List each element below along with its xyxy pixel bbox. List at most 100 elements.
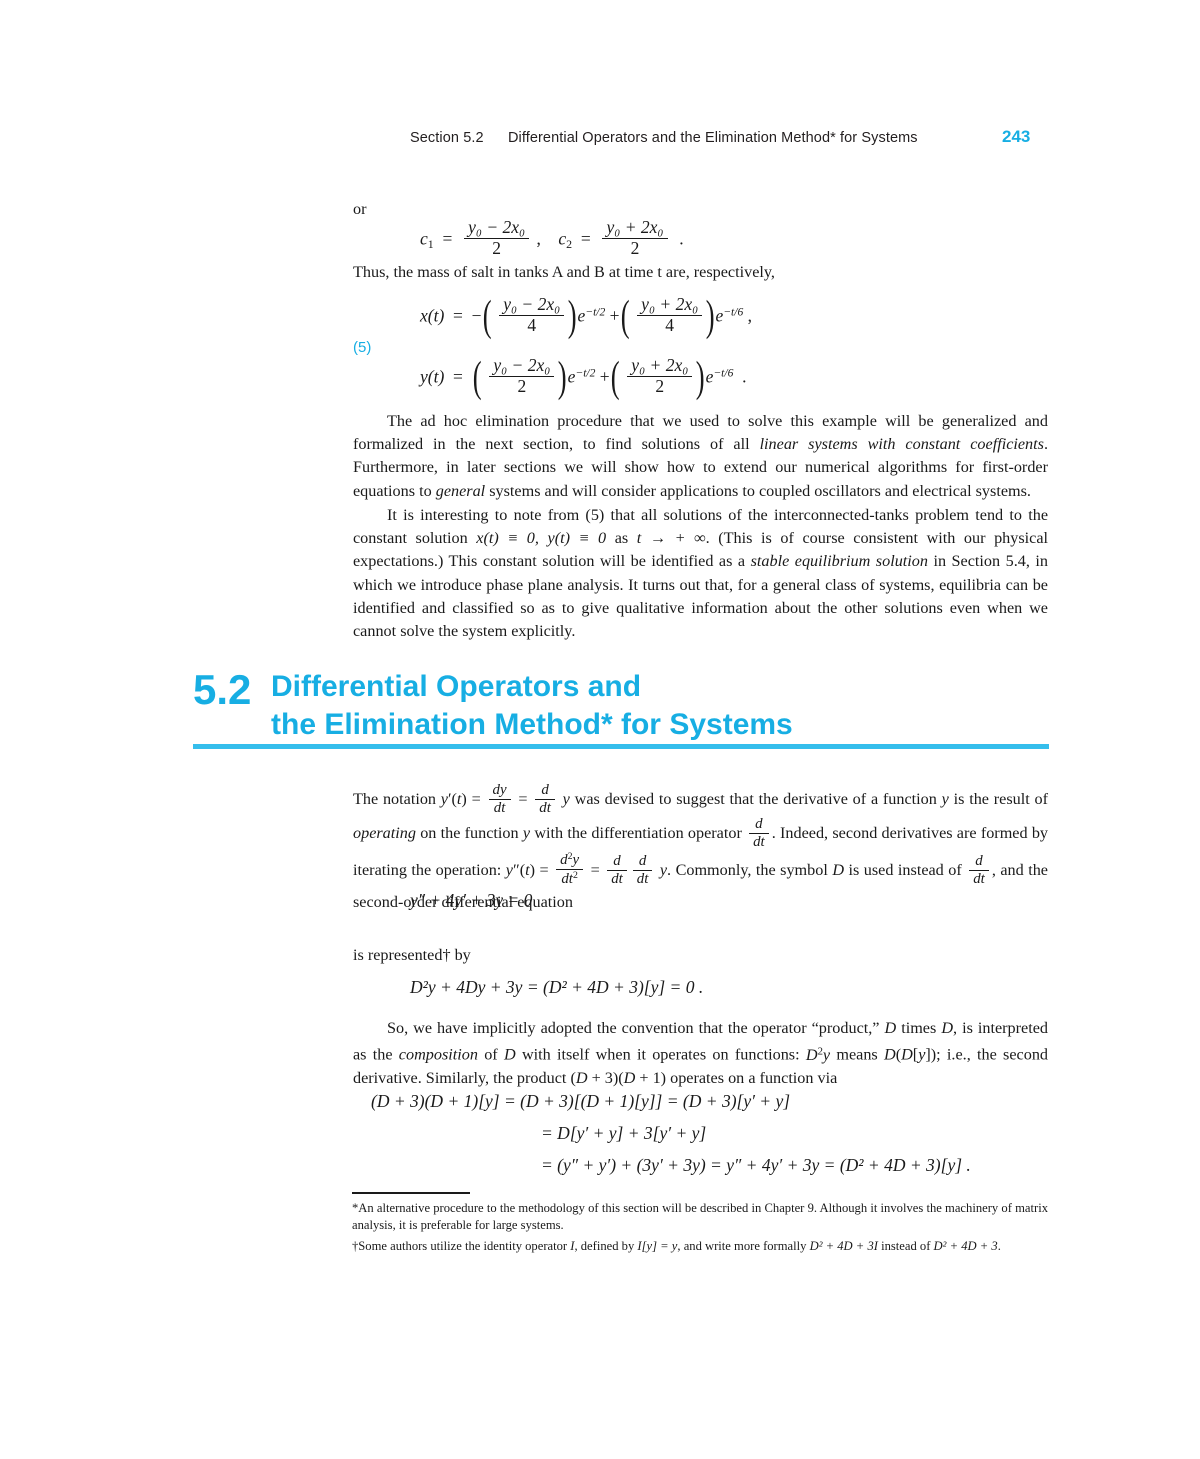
paragraph-composition-convention: So, we have implicitly adopted the conve… [353, 1019, 1049, 1087]
p3-seg4: on the function [415, 824, 523, 843]
p3-emphasis-operating: operating [353, 824, 416, 843]
paragraph-interesting-note: It is interesting to note from (5) that … [353, 504, 1048, 643]
equation-composition-line-1: (D + 3)(D + 1)[y] = (D + 3)[(D + 1)[y]] … [371, 1091, 790, 1112]
equation-composition-line-2: = D[y′ + y] + 3[y′ + y] [541, 1123, 706, 1144]
c1-numerator: y₀ − 2x₀ [464, 217, 530, 239]
fn2-math-operator: D² + 4D + 3 [933, 1238, 998, 1253]
footnote-separator-rule [352, 1192, 470, 1194]
fn2-seg5: . [997, 1238, 1001, 1253]
equation-number-5: (5) [353, 339, 372, 356]
c2-symbol: c [558, 228, 567, 249]
p3-seg1: The notation [353, 789, 441, 808]
y-term2-numerator: y₀ + 2x₀ [627, 355, 693, 377]
p3-seg5: with the differentiation operator [530, 824, 747, 843]
section-number: 5.2 [193, 666, 252, 713]
d2y-dt2-fraction: d2y dt2 [556, 851, 584, 888]
equation-x-of-t: x(t) = −( y₀ − 2x₀ 4 )e−t/2 +( y₀ + 2x₀ … [420, 293, 752, 341]
textbook-page: Section 5.2 Differential Operators and t… [0, 0, 1200, 1459]
p3-seg2: was devised to suggest that the derivati… [569, 789, 942, 808]
c1-fraction: y₀ − 2x₀ 2 [464, 217, 530, 258]
p4-seg5: with itself when it operates on function… [515, 1045, 806, 1064]
equation-operator-form: D²y + 4Dy + 3y = (D² + 4D + 3)[y] = 0 . [410, 977, 703, 998]
c1-symbol: c [420, 228, 428, 249]
x-term1-exponent: −t/2 [585, 306, 606, 319]
equation-constants: c1 = y₀ − 2x₀ 2 , c2 = y₀ + 2x₀ 2 . [420, 217, 684, 258]
p1-emphasis-general: general [435, 481, 486, 500]
c2-denominator: 2 [630, 237, 640, 258]
y-term1-exponent: −t/2 [575, 367, 596, 380]
section-title-line-1: Differential Operators and [271, 670, 642, 703]
p1-seg3: systems and will consider applications t… [485, 481, 1031, 500]
dy-dt-fraction: dy dt [488, 782, 511, 816]
footnotes: *An alternative procedure to the methodo… [352, 1200, 1048, 1258]
y-of-t-lhs: y(t) [420, 366, 445, 387]
c2-numerator: y₀ + 2x₀ [602, 217, 668, 239]
fn2-seg3: , and write more formally [677, 1238, 810, 1253]
fn2-math-identity: I[y] = y [637, 1238, 678, 1253]
y-term1-fraction: y₀ − 2x₀ 2 [489, 355, 555, 396]
running-head-section: Section 5.2 [410, 130, 484, 146]
footnote-dagger: †Some authors utilize the identity opera… [352, 1238, 1048, 1255]
footnote-star: *An alternative procedure to the methodo… [352, 1201, 1048, 1233]
y-term1-numerator: y₀ − 2x₀ [489, 355, 555, 377]
y-term2-exponent: −t/6 [713, 367, 734, 380]
section-title: Differential Operators and the Eliminati… [271, 668, 1053, 744]
thus-line: Thus, the mass of salt in tanks A and B … [353, 261, 1048, 284]
x-term2-numerator: y₀ + 2x₀ [637, 294, 703, 316]
p4-seg2: times [896, 1019, 942, 1037]
p2-math-limit: t → + ∞ [636, 529, 706, 548]
paragraph-ad-hoc: The ad hoc elimination procedure that we… [353, 410, 1048, 503]
c2-subscript: 2 [566, 236, 573, 251]
p2-emphasis-stable-equilibrium: stable equilibrium solution [750, 552, 928, 571]
fn2-seg1: †Some authors utilize the identity opera… [352, 1238, 571, 1253]
p4-seg1: So, we have implicitly adopted the conve… [387, 1019, 885, 1037]
equation-second-order-ode: y″ + 4y′ + 3y = 0 [410, 890, 532, 911]
equation-y-of-t: y(t) = ( y₀ − 2x₀ 2 )e−t/2 +( y₀ + 2x₀ 2… [420, 354, 747, 402]
equation-composition-line-3: = (y″ + y′) + (3y′ + 3y) = y″ + 4y′ + 3y… [541, 1155, 971, 1176]
x-of-t-lhs: x(t) [420, 305, 445, 326]
d-dt-fraction-3: d dt [607, 853, 627, 887]
ode-text: y″ + 4y′ + 3y = 0 [410, 890, 533, 910]
p2-seg2: as [606, 529, 637, 548]
section-title-line-2: the Elimination Method* for Systems [271, 708, 793, 741]
fn2-math-operator-I: D² + 4D + 3I [809, 1238, 878, 1253]
composition-line-2-text: = D[y′ + y] + 3[y′ + y] [541, 1123, 707, 1143]
p4-seg8: operates on a function via [666, 1068, 838, 1087]
p3-seg7: . Commonly, the symbol [667, 860, 833, 879]
page-number: 243 [1002, 127, 1031, 146]
composition-line-1-text: (D + 3)(D + 1)[y] = (D + 3)[(D + 1)[y]] … [371, 1091, 791, 1111]
c1-subscript: 1 [427, 236, 434, 251]
section-heading: 5.2 Differential Operators and the Elimi… [193, 668, 1053, 744]
operator-form-text: D²y + 4Dy + 3y = (D² + 4D + 3)[y] = 0 . [410, 977, 704, 997]
p2-math-constant-solution: x(t) ≡ 0, y(t) ≡ 0 [476, 529, 607, 548]
fn2-seg2: , defined by [574, 1238, 638, 1253]
d-dt-fraction-2: d dt [749, 816, 769, 850]
running-head-title: Differential Operators and the Eliminati… [507, 130, 918, 146]
y-term2-denominator: 2 [655, 375, 665, 396]
c2-fraction: y₀ + 2x₀ 2 [602, 217, 668, 258]
p4-seg4: of [477, 1045, 504, 1064]
composition-line-3-text: = (y″ + y′) + (3y′ + 3y) = y″ + 4y′ + 3y… [541, 1155, 971, 1175]
c1-denominator: 2 [492, 237, 501, 258]
y-term2-fraction: y₀ + 2x₀ 2 [627, 355, 693, 396]
d-dt-fraction-1: d dt [535, 782, 555, 816]
p1-emphasis-linear-systems: linear systems with constant coefficient… [759, 435, 1044, 454]
x-term1-numerator: y₀ − 2x₀ [499, 294, 565, 316]
is-represented-line: is represented† by [353, 946, 471, 964]
y-term1-denominator: 2 [517, 375, 527, 396]
d-dt-fraction-4: d dt [632, 853, 653, 887]
p4-emphasis-composition: composition [398, 1045, 478, 1064]
p4-seg6: means [830, 1045, 884, 1064]
x-term2-denominator: 4 [665, 314, 675, 335]
running-head: Section 5.2 Differential Operators and t… [410, 130, 1050, 146]
x-term2-fraction: y₀ + 2x₀ 4 [637, 294, 703, 335]
fn2-seg4: instead of [877, 1238, 934, 1253]
x-term1-denominator: 4 [527, 314, 537, 335]
x-term2-exponent: −t/6 [723, 306, 744, 319]
d-dt-fraction-5: d dt [969, 853, 989, 887]
thus-line-text: Thus, the mass of salt in tanks A and B … [353, 263, 775, 281]
x-term1-fraction: y₀ − 2x₀ 4 [499, 294, 565, 335]
p3-seg8: is used instead of [844, 860, 967, 879]
section-divider-rule [193, 744, 1049, 749]
p3-seg3: is the result of [948, 789, 1049, 808]
